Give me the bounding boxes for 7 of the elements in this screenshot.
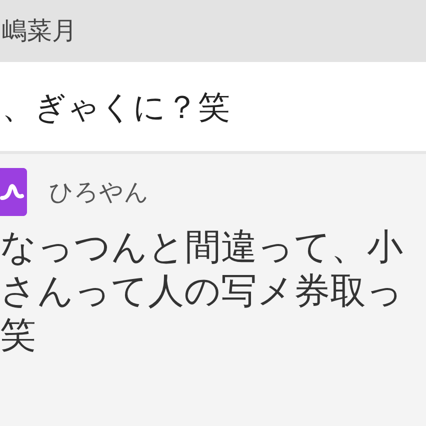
avatar-icon: [0, 168, 27, 216]
message-text: 、ぎゃくに？笑: [2, 86, 230, 128]
message-line: さんって人の写メ券取っ: [0, 270, 403, 314]
sender-name: ひろやん: [49, 177, 149, 208]
sender-name: 嶋菜月: [2, 15, 77, 48]
message-line: なっつんと間違って、小: [0, 226, 403, 270]
message-line: 笑: [0, 314, 36, 358]
